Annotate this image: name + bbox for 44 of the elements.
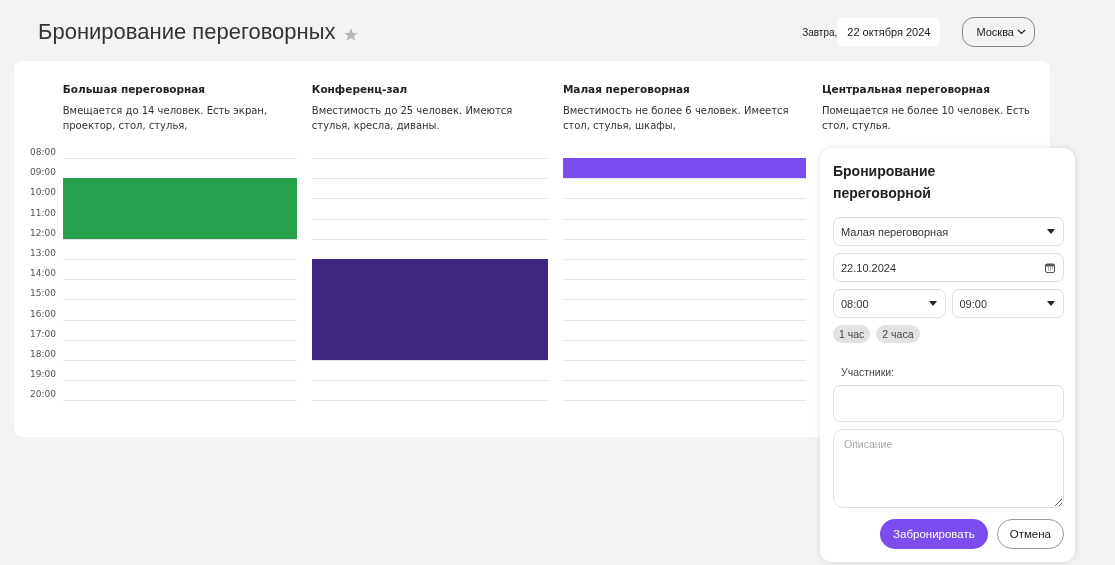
duration-chip[interactable]: 1 час <box>833 325 871 343</box>
time-label: 11:00 <box>30 208 57 220</box>
time-label: 15:00 <box>30 289 57 301</box>
start-time-select[interactable]: 08:00 <box>833 289 946 318</box>
room-description: Вместимость не более 6 человек. Имеется стол, стулья, шкафы, <box>562 104 790 133</box>
participants-label: Участники: <box>840 365 896 378</box>
dropdown-caret-icon <box>928 301 937 306</box>
page-title: Бронирование переговорных <box>38 19 336 45</box>
room-description: Вместимость до 25 человек. Имеются стулья, кресла, диваны. <box>311 104 514 133</box>
time-label: 13:00 <box>30 248 57 260</box>
end-time-select[interactable]: 09:00 <box>951 289 1064 318</box>
book-button[interactable]: Забронировать <box>880 519 988 549</box>
date-prefix: Завтра, <box>802 26 838 38</box>
time-label: 08:00 <box>30 148 57 159</box>
duration-chip[interactable]: 2 часа <box>876 325 920 343</box>
time-label: 16:00 <box>30 309 57 321</box>
booked-slot[interactable] <box>311 258 548 280</box>
room-select[interactable]: Малая переговорная <box>833 217 1064 246</box>
room-name: Конференц-зал <box>311 83 409 97</box>
room-description: Вмещается до 14 человек. Есть экран, проектор, стол, стулья, <box>62 104 269 133</box>
chevron-down-icon <box>1017 29 1026 35</box>
time-label: 18:00 <box>30 349 57 361</box>
room-name: Малая переговорная <box>562 83 691 97</box>
date-picker[interactable]: 22 октября 2024 <box>837 18 941 46</box>
dropdown-caret-icon <box>1047 301 1055 306</box>
time-label: 19:00 <box>30 370 57 382</box>
star-icon[interactable] <box>342 27 359 43</box>
room-name: Большая переговорная <box>62 83 207 97</box>
participants-field[interactable] <box>833 385 1064 422</box>
description-field[interactable]: Описание <box>833 429 1064 508</box>
time-label: 12:00 <box>30 228 57 240</box>
time-label: 17:00 <box>30 329 57 341</box>
room-name: Центральная переговорная <box>821 83 991 97</box>
time-label: 20:00 <box>30 390 57 402</box>
calendar-icon <box>1045 262 1055 273</box>
cancel-button[interactable]: Отмена <box>996 519 1064 549</box>
time-label: 14:00 <box>30 269 57 281</box>
time-label: 09:00 <box>30 168 57 180</box>
popover-title: Бронирование переговорной <box>833 162 937 203</box>
dropdown-caret-icon <box>1047 229 1055 234</box>
time-label: 10:00 <box>30 188 57 200</box>
date-field[interactable]: 22.10.2024 <box>833 253 1064 282</box>
city-dropdown[interactable]: Москва <box>962 17 1035 47</box>
room-description: Помещается не более 10 человек. Есть стол, стулья. <box>821 104 1031 133</box>
